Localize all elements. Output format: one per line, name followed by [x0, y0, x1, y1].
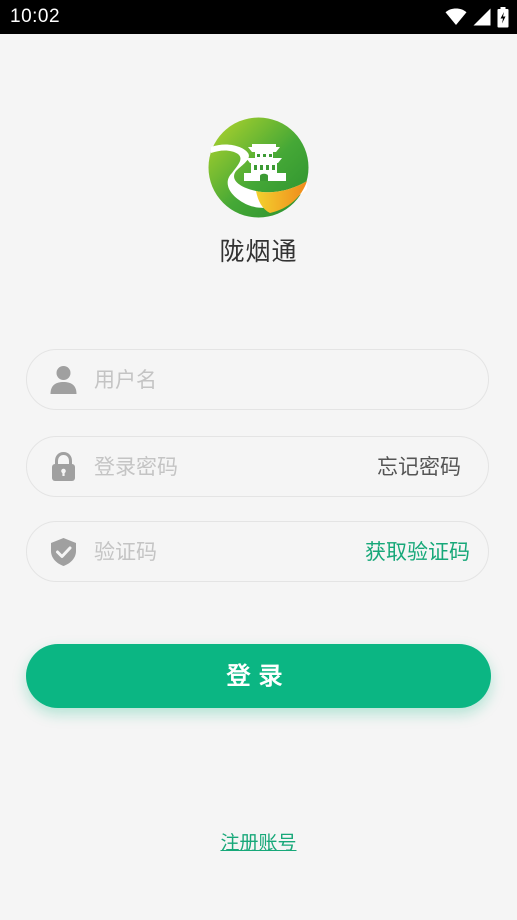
shield-check-icon: [49, 537, 78, 567]
app-title: 陇烟通: [219, 237, 298, 266]
wifi-icon: [445, 8, 467, 25]
signal-icon: [473, 8, 491, 26]
username-field[interactable]: [26, 349, 489, 410]
user-icon: [49, 365, 78, 395]
status-icons: [445, 6, 509, 27]
verification-code-field[interactable]: 获取验证码: [26, 521, 489, 582]
username-input[interactable]: [94, 350, 344, 409]
status-bar: 10:02: [0, 0, 517, 34]
verification-code-input[interactable]: [94, 522, 344, 581]
login-button[interactable]: 登录: [26, 644, 491, 708]
app-logo: [208, 117, 309, 218]
lock-icon: [49, 451, 78, 482]
battery-icon: [497, 6, 509, 27]
get-code-button[interactable]: 获取验证码: [365, 538, 470, 566]
password-field[interactable]: 忘记密码: [26, 436, 489, 497]
password-input[interactable]: [94, 437, 344, 496]
status-time: 10:02: [10, 6, 61, 27]
register-link[interactable]: 注册账号: [0, 828, 517, 855]
forgot-password-link[interactable]: 忘记密码: [377, 453, 461, 481]
